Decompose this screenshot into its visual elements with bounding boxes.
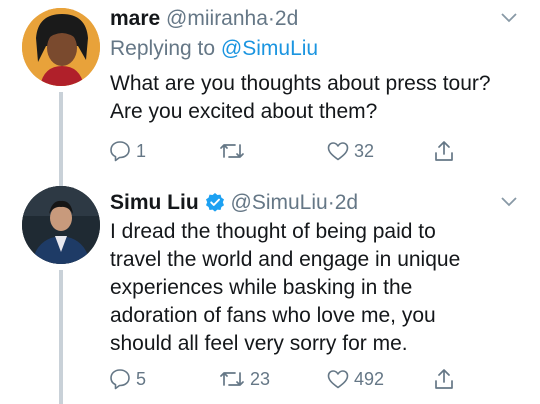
avatar[interactable] xyxy=(22,8,100,86)
author-handle[interactable]: @SimuLiu xyxy=(231,191,328,214)
separator: · xyxy=(267,7,275,30)
avatar[interactable] xyxy=(22,186,100,264)
like-button[interactable]: 492 xyxy=(326,364,384,394)
avatar-illustration xyxy=(22,8,100,86)
share-icon xyxy=(435,141,453,161)
thread-line xyxy=(59,92,63,190)
tweet-text: What are you thoughts about press tour? … xyxy=(110,72,491,123)
like-icon xyxy=(327,142,349,161)
avatar-photo xyxy=(22,186,100,264)
reply-icon xyxy=(110,369,130,390)
verified-badge-icon xyxy=(205,193,224,212)
like-button[interactable]: 32 xyxy=(326,136,374,166)
reply-icon xyxy=(110,141,130,162)
author-name[interactable]: mare xyxy=(110,7,160,30)
tweet-text: I dread the thought of being paid to tra… xyxy=(110,220,461,355)
reply-count: 1 xyxy=(136,140,147,161)
tweet-header: Simu Liu @SimuLiu·2d xyxy=(110,190,358,216)
retweet-icon xyxy=(220,372,244,386)
share-icon xyxy=(435,369,453,389)
reply-button[interactable]: 1 xyxy=(108,136,146,166)
tweet-actions: 1 32 xyxy=(108,136,468,166)
retweet-count: 23 xyxy=(250,368,271,389)
retweet-icon xyxy=(220,144,244,158)
share-button[interactable] xyxy=(432,136,456,166)
caret-down-icon[interactable] xyxy=(500,196,518,208)
thread-line xyxy=(59,270,63,404)
timestamp[interactable]: 2d xyxy=(335,191,358,214)
tweet-header: mare @miiranha·2d xyxy=(110,6,298,32)
replying-to: Replying to @SimuLiu xyxy=(110,36,318,62)
like-icon xyxy=(327,370,349,389)
tweet-actions: 5 23 492 xyxy=(108,364,468,394)
share-button[interactable] xyxy=(432,364,456,394)
reply-count: 5 xyxy=(136,368,147,389)
author-name[interactable]: Simu Liu xyxy=(110,191,199,214)
caret-down-icon[interactable] xyxy=(500,12,518,24)
author-handle[interactable]: @miiranha xyxy=(166,7,268,30)
timestamp[interactable]: 2d xyxy=(275,7,298,30)
replying-to-label: Replying to xyxy=(110,37,216,60)
retweet-button[interactable] xyxy=(218,136,250,166)
reply-button[interactable]: 5 xyxy=(108,364,146,394)
separator: · xyxy=(327,191,335,214)
replying-to-link[interactable]: @SimuLiu xyxy=(221,37,318,60)
like-count: 492 xyxy=(354,368,385,389)
retweet-button[interactable]: 23 xyxy=(218,364,270,394)
like-count: 32 xyxy=(354,140,375,161)
